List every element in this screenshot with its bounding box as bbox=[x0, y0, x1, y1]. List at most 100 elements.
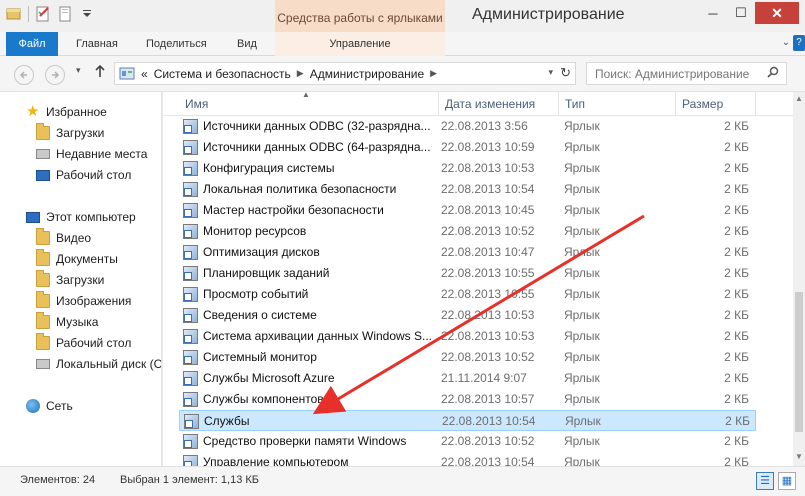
tab-file[interactable]: Файл bbox=[6, 32, 58, 56]
window-menu-icon[interactable] bbox=[6, 6, 22, 22]
help-icon[interactable]: ? bbox=[793, 35, 805, 51]
up-button[interactable] bbox=[94, 64, 106, 81]
table-row[interactable]: Управление компьютером 22.08.2013 10:54 Яр… bbox=[179, 452, 756, 466]
table-row[interactable]: Просмотр событий 22.08.2013 10:55 Ярлык 2 К… bbox=[179, 284, 756, 305]
table-row[interactable]: Источники данных ODBC (32-разрядна... 22.… bbox=[179, 116, 756, 137]
column-size[interactable]: Размер bbox=[676, 92, 756, 116]
nav-label: Этот компьютер bbox=[46, 210, 136, 224]
tab-share[interactable]: Поделиться bbox=[132, 32, 221, 56]
table-row[interactable]: Службы 22.08.2013 10:54 Ярлык 2 КБ bbox=[179, 410, 756, 431]
shortcut-icon bbox=[183, 182, 198, 197]
file-name: Монитор ресурсов bbox=[203, 224, 307, 238]
recent-locations-dropdown[interactable]: ▾ bbox=[76, 65, 81, 76]
nav-label: Рабочий стол bbox=[56, 168, 132, 182]
file-name: Службы компонентов bbox=[203, 392, 324, 406]
shortcut-icon bbox=[183, 287, 198, 302]
vertical-scrollbar[interactable]: ▲ ▼ bbox=[793, 92, 805, 466]
file-date: 22.08.2013 10:54 bbox=[441, 182, 535, 196]
search-icon[interactable] bbox=[767, 66, 779, 81]
column-type[interactable]: Тип bbox=[559, 92, 676, 116]
nav-item-recent-places[interactable]: Недавние места bbox=[36, 144, 147, 164]
table-row[interactable]: Сведения о системе 22.08.2013 10:53 Ярлык 2… bbox=[179, 305, 756, 326]
context-tab-header: Средства работы с ярлыками bbox=[275, 0, 445, 32]
scroll-down-icon[interactable]: ▼ bbox=[794, 452, 804, 462]
new-folder-icon[interactable] bbox=[57, 6, 73, 22]
table-row[interactable]: Системный монитор 22.08.2013 10:52 Ярлык 2 … bbox=[179, 347, 756, 368]
recent-places-icon bbox=[36, 149, 50, 159]
breadcrumb-administration[interactable]: Администрирование bbox=[310, 67, 424, 81]
nav-this-pc[interactable]: Этот компьютер bbox=[26, 207, 136, 227]
nav-label: Видео bbox=[56, 231, 92, 245]
nav-item-downloads[interactable]: Загрузки bbox=[36, 123, 104, 143]
address-bar[interactable]: « Система и безопасность ▶ Администриров… bbox=[114, 62, 576, 85]
breadcrumb-separator-icon[interactable]: ▶ bbox=[430, 68, 437, 79]
table-row[interactable]: Средство проверки памяти Windows 22.08.20… bbox=[179, 431, 756, 452]
search-input[interactable] bbox=[586, 62, 787, 85]
refresh-icon[interactable]: ↻ bbox=[560, 65, 571, 81]
table-row[interactable]: Локальная политика безопасности 22.08.201… bbox=[179, 179, 756, 200]
breadcrumb-separator-icon[interactable]: ▶ bbox=[297, 68, 304, 79]
forward-button[interactable] bbox=[45, 65, 65, 85]
table-row[interactable]: Мастер настройки безопасности 22.08.2013 … bbox=[179, 200, 756, 221]
shortcut-icon bbox=[183, 329, 198, 344]
minimize-button[interactable]: ─ bbox=[699, 2, 727, 24]
table-row[interactable]: Конфигурация системы 22.08.2013 10:53 Ярлы… bbox=[179, 158, 756, 179]
scrollbar-thumb[interactable] bbox=[795, 292, 803, 432]
file-type: Ярлык bbox=[564, 266, 600, 280]
back-button[interactable] bbox=[14, 65, 34, 85]
tab-home[interactable]: Главная bbox=[62, 32, 132, 56]
nav-network[interactable]: Сеть bbox=[26, 396, 73, 416]
tab-manage[interactable]: Управление bbox=[275, 32, 445, 56]
shortcut-icon bbox=[183, 140, 198, 155]
file-type: Ярлык bbox=[564, 182, 600, 196]
table-row[interactable]: Оптимизация дисков 22.08.2013 10:47 Ярлык 2… bbox=[179, 242, 756, 263]
maximize-button[interactable]: ☐ bbox=[727, 2, 755, 24]
nav-item-video[interactable]: Видео bbox=[36, 228, 91, 248]
column-headers: ▲ Имя Дата изменения Тип Размер bbox=[163, 92, 793, 116]
computer-icon bbox=[26, 211, 40, 223]
column-date[interactable]: Дата изменения bbox=[439, 92, 559, 116]
table-row[interactable]: Планировщик заданий 22.08.2013 10:55 Ярлык… bbox=[179, 263, 756, 284]
folder-icon bbox=[36, 312, 50, 329]
file-type: Ярлык bbox=[564, 287, 600, 301]
properties-icon[interactable] bbox=[35, 6, 51, 22]
column-name[interactable]: Имя bbox=[179, 92, 439, 116]
nav-item-documents[interactable]: Документы bbox=[36, 249, 118, 269]
navigation-bar: ▾ « Система и безопасность ▶ Администрир… bbox=[0, 56, 805, 92]
shortcut-icon bbox=[183, 224, 198, 239]
breadcrumb-system-security[interactable]: Система и безопасность bbox=[154, 67, 291, 81]
nav-item-pictures[interactable]: Изображения bbox=[36, 291, 131, 311]
file-size: 2 КБ bbox=[724, 182, 749, 196]
file-name: Система архивации данных Windows S... bbox=[203, 329, 433, 343]
file-name: Просмотр событий bbox=[203, 287, 309, 301]
shortcut-icon bbox=[183, 434, 198, 449]
shortcut-icon bbox=[183, 203, 198, 218]
expand-ribbon-icon[interactable]: ⌄ bbox=[779, 37, 793, 51]
large-icons-view-icon[interactable]: ▦ bbox=[778, 472, 796, 490]
table-row[interactable]: Источники данных ODBC (64-разрядна... 22.… bbox=[179, 137, 756, 158]
nav-favorites[interactable]: ★ Избранное bbox=[26, 102, 107, 122]
file-type: Ярлык bbox=[564, 455, 600, 466]
nav-item-desktop[interactable]: Рабочий стол bbox=[36, 165, 131, 185]
nav-item-music[interactable]: Музыка bbox=[36, 312, 98, 332]
shortcut-icon bbox=[183, 245, 198, 260]
star-icon: ★ bbox=[26, 103, 40, 120]
close-button[interactable]: ✕ bbox=[755, 2, 799, 24]
desktop-icon bbox=[36, 169, 50, 181]
scroll-up-icon[interactable]: ▲ bbox=[794, 94, 804, 104]
table-row[interactable]: Службы Microsoft Azure 21.11.2014 9:07 Ярл… bbox=[179, 368, 756, 389]
customize-toolbar-icon[interactable] bbox=[79, 6, 95, 22]
nav-item-downloads-pc[interactable]: Загрузки bbox=[36, 270, 104, 290]
folder-icon bbox=[36, 249, 50, 266]
disk-icon bbox=[36, 359, 50, 369]
address-dropdown-icon[interactable]: ▾ bbox=[548, 67, 553, 78]
nav-label: Рабочий стол bbox=[56, 336, 132, 350]
table-row[interactable]: Система архивации данных Windows S... 22.… bbox=[179, 326, 756, 347]
details-view-icon[interactable]: ☰ bbox=[756, 472, 774, 490]
tab-view[interactable]: Вид bbox=[223, 32, 271, 56]
folder-icon bbox=[36, 123, 50, 140]
nav-item-desktop-pc[interactable]: Рабочий стол bbox=[36, 333, 131, 353]
table-row[interactable]: Монитор ресурсов 22.08.2013 10:52 Ярлык 2 К… bbox=[179, 221, 756, 242]
table-row[interactable]: Службы компонентов 22.08.2013 10:57 Ярлык 2… bbox=[179, 389, 756, 410]
nav-item-local-disk[interactable]: Локальный диск (С bbox=[36, 354, 161, 374]
